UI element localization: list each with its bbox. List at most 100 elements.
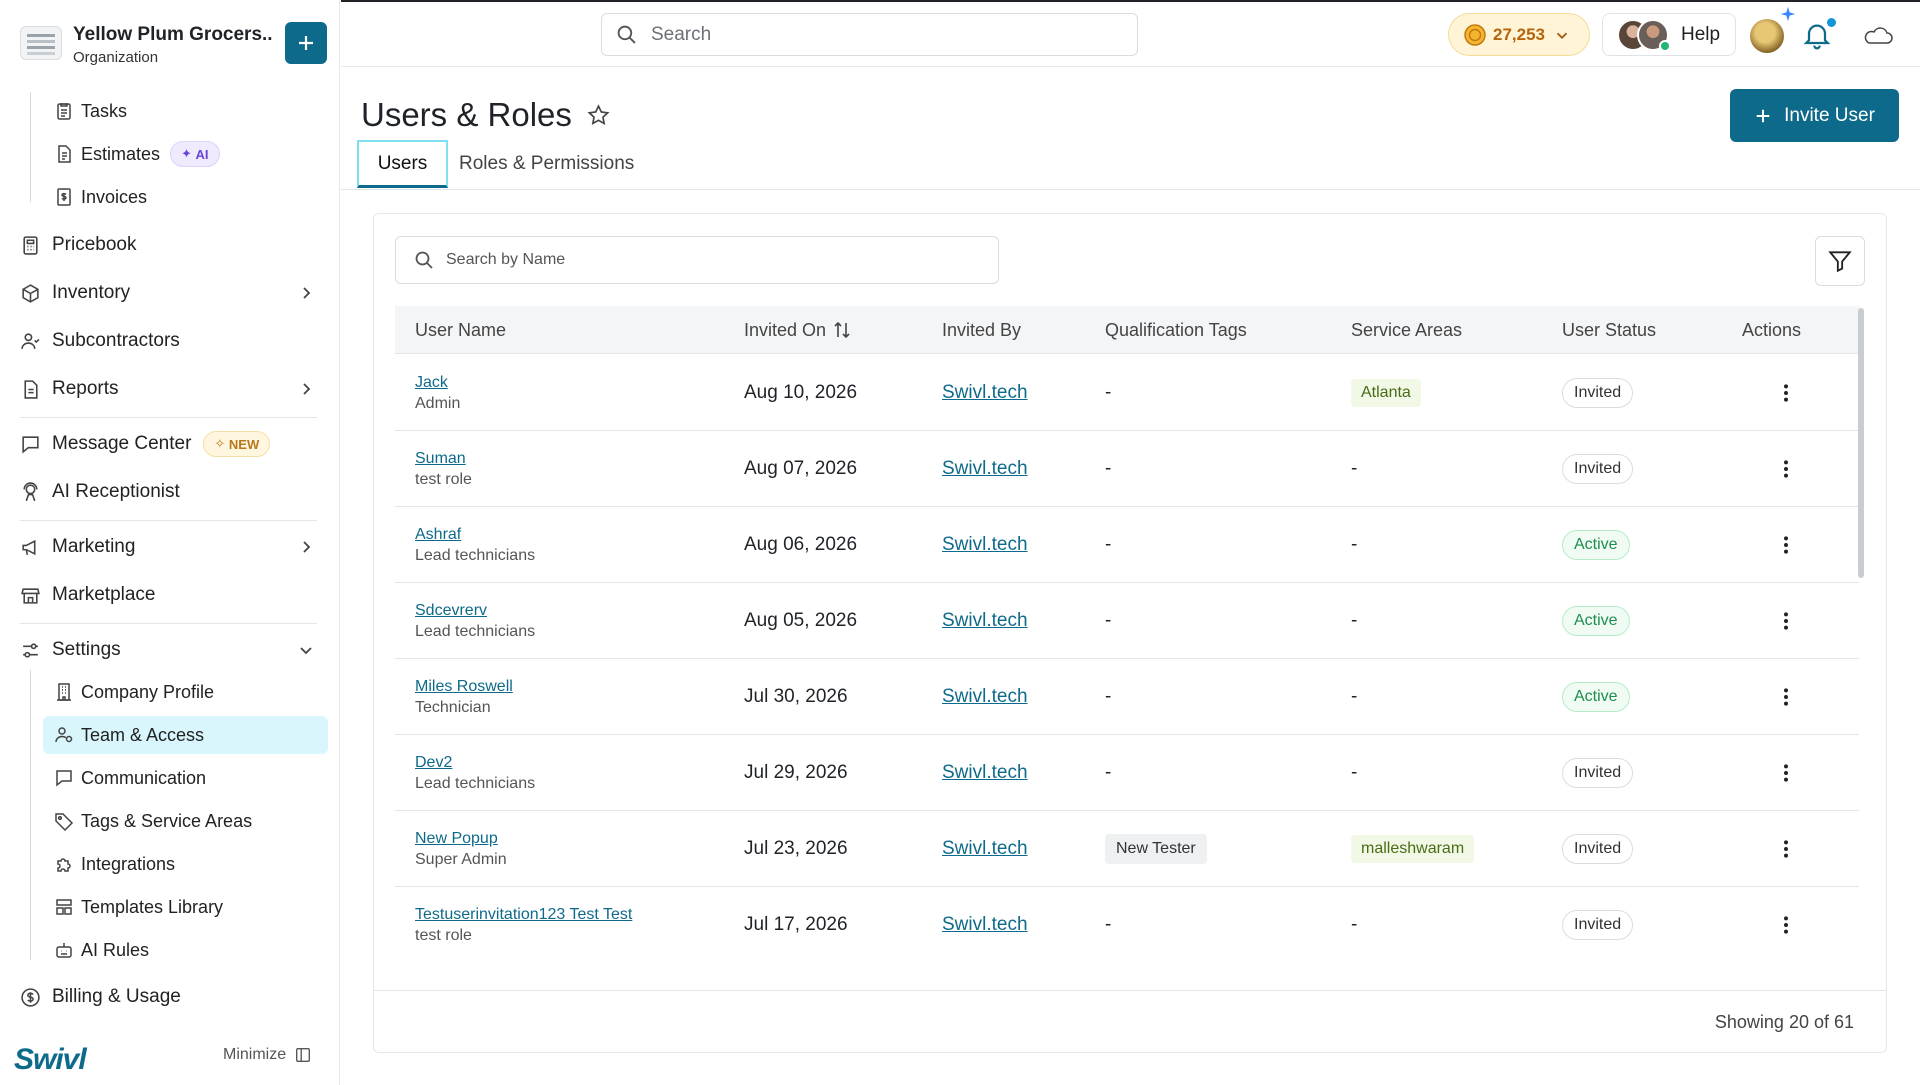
sidebar-item-invoices[interactable]: Invoices (54, 180, 147, 214)
invited-by-link[interactable]: Swivl.tech (942, 887, 1028, 963)
user-name-cell: Sdcevrerv Lead technicians (415, 583, 535, 659)
tab-roles-permissions[interactable]: Roles & Permissions (459, 140, 634, 188)
chevron-down-icon[interactable] (296, 640, 316, 660)
invited-by-link[interactable]: Swivl.tech (942, 507, 1028, 583)
search-placeholder: Search (651, 23, 712, 45)
user-status-cell: Active (1562, 507, 1630, 583)
user-name-link[interactable]: Suman (415, 450, 466, 468)
invite-user-button[interactable]: Invite User (1730, 89, 1899, 142)
sidebar-item-label: Estimates (81, 143, 161, 164)
sidebar-item-marketing[interactable]: Marketing (20, 530, 320, 564)
filter-button[interactable] (1815, 236, 1865, 286)
sidebar-item-templates-library[interactable]: Templates Library (54, 890, 223, 924)
row-actions-button[interactable] (1775, 355, 1797, 431)
user-role: Admin (415, 394, 461, 412)
table-row: Dev2 Lead technicians Jul 29, 2026 Swivl… (395, 735, 1859, 811)
user-name-link[interactable]: Sdcevrerv (415, 602, 487, 620)
row-actions-button[interactable] (1775, 583, 1797, 659)
table-scrollbar[interactable] (1858, 308, 1864, 578)
user-status-cell: Active (1562, 583, 1630, 659)
org-switcher[interactable]: Yellow Plum Grocers... Organization (18, 22, 328, 68)
row-actions-button[interactable] (1775, 735, 1797, 811)
row-actions-button[interactable] (1775, 887, 1797, 963)
sidebar-item-tags-service-areas[interactable]: Tags & Service Areas (54, 804, 252, 838)
qualification-tags-cell: - (1105, 534, 1112, 555)
user-name-link[interactable]: Ashraf (415, 526, 461, 544)
sidebar-item-label: Marketing (52, 536, 136, 557)
sidebar: Yellow Plum Grocers... Organization Task… (0, 0, 340, 1085)
status-badge: Active (1562, 530, 1630, 560)
column-header-invited-on[interactable]: Invited On (744, 306, 852, 354)
sidebar-item-ai-receptionist[interactable]: AI Receptionist (20, 475, 320, 509)
user-status-cell: Active (1562, 659, 1630, 735)
sidebar-item-team-access[interactable]: Team & Access (54, 718, 204, 752)
kebab-menu-icon (1775, 610, 1797, 632)
global-search-input[interactable]: Search (601, 13, 1138, 56)
invited-by-link[interactable]: Swivl.tech (942, 735, 1028, 811)
user-name-link[interactable]: Testuserinvitation123 Test Test (415, 906, 632, 924)
tree-line (30, 670, 31, 960)
sidebar-item-label: AI Receptionist (52, 481, 180, 502)
add-button[interactable] (285, 22, 327, 64)
sidebar-item-tasks[interactable]: Tasks (54, 94, 127, 128)
star-icon[interactable] (586, 103, 611, 128)
sidebar-item-subcontractors[interactable]: Subcontractors (20, 324, 320, 358)
user-name-link[interactable]: Jack (415, 374, 448, 392)
receptionist-icon (20, 481, 41, 503)
help-button[interactable]: Help (1602, 13, 1736, 56)
sidebar-item-reports[interactable]: Reports (20, 372, 320, 406)
sidebar-item-message-center[interactable]: Message Center ✧ NEW (20, 427, 320, 461)
sidebar-item-ai-rules[interactable]: AI Rules (54, 933, 149, 967)
cloud-icon[interactable] (1861, 26, 1895, 46)
tab-users[interactable]: Users (357, 140, 448, 188)
invited-on-cell: Aug 06, 2026 (744, 534, 858, 555)
user-avatar[interactable] (1750, 19, 1784, 53)
row-actions-button[interactable] (1775, 659, 1797, 735)
sidebar-item-estimates[interactable]: Estimates ✦ AI (54, 137, 220, 171)
user-name-link[interactable]: Miles Roswell (415, 678, 513, 696)
user-name-link[interactable]: New Popup (415, 830, 498, 848)
column-header-service-areas: Service Areas (1351, 319, 1463, 340)
service-area-pill: malleshwaram (1351, 835, 1475, 863)
invited-by-link[interactable]: Swivl.tech (942, 355, 1028, 431)
invited-on-cell: Jul 29, 2026 (744, 762, 848, 783)
row-actions-button[interactable] (1775, 431, 1797, 507)
status-badge: Active (1562, 606, 1630, 636)
kebab-menu-icon (1775, 762, 1797, 784)
table-row: New Popup Super Admin Jul 23, 2026 Swivl… (395, 811, 1859, 887)
team-icon (54, 725, 74, 745)
sidebar-item-billing[interactable]: Billing & Usage (20, 980, 320, 1014)
invited-by-link[interactable]: Swivl.tech (942, 659, 1028, 735)
invited-by-link[interactable]: Swivl.tech (942, 431, 1028, 507)
sidebar-item-marketplace[interactable]: Marketplace (20, 578, 320, 612)
chevron-right-icon[interactable] (296, 379, 316, 399)
chevron-right-icon[interactable] (296, 537, 316, 557)
sidebar-item-company-profile[interactable]: Company Profile (54, 675, 214, 709)
invited-by-link[interactable]: Swivl.tech (942, 811, 1028, 887)
sidebar-item-label: Message Center (52, 433, 192, 454)
invited-by-link[interactable]: Swivl.tech (942, 583, 1028, 659)
sidebar-item-inventory[interactable]: Inventory (20, 276, 320, 310)
row-actions-button[interactable] (1775, 811, 1797, 887)
sidebar-item-pricebook[interactable]: Pricebook (20, 228, 320, 262)
invited-on-cell: Jul 30, 2026 (744, 686, 848, 707)
user-name-cell: Suman test role (415, 431, 472, 507)
search-by-name-input[interactable]: Search by Name (395, 236, 999, 284)
brand-logo: Swivl (14, 1043, 87, 1076)
user-role: Lead technicians (415, 546, 536, 564)
sidebar-item-label: Subcontractors (52, 330, 180, 351)
invited-on-cell: Aug 10, 2026 (744, 382, 858, 403)
user-name-link[interactable]: Dev2 (415, 754, 452, 772)
chevron-right-icon[interactable] (296, 283, 316, 303)
row-actions-button[interactable] (1775, 507, 1797, 583)
minimize-button[interactable]: Minimize (223, 1046, 312, 1064)
sidebar-item-settings[interactable]: Settings (20, 633, 320, 667)
sidebar-item-integrations[interactable]: Integrations (54, 847, 175, 881)
credits-dropdown[interactable]: 27,253 (1448, 13, 1590, 56)
sidebar-item-communication[interactable]: Communication (54, 761, 206, 795)
sidebar-item-label: AI Rules (81, 939, 150, 960)
chat-icon (54, 768, 74, 788)
filter-icon (1827, 248, 1853, 274)
tab-bar: Users Roles & Permissions (341, 138, 1920, 190)
service-areas-cell: - (1351, 610, 1358, 631)
